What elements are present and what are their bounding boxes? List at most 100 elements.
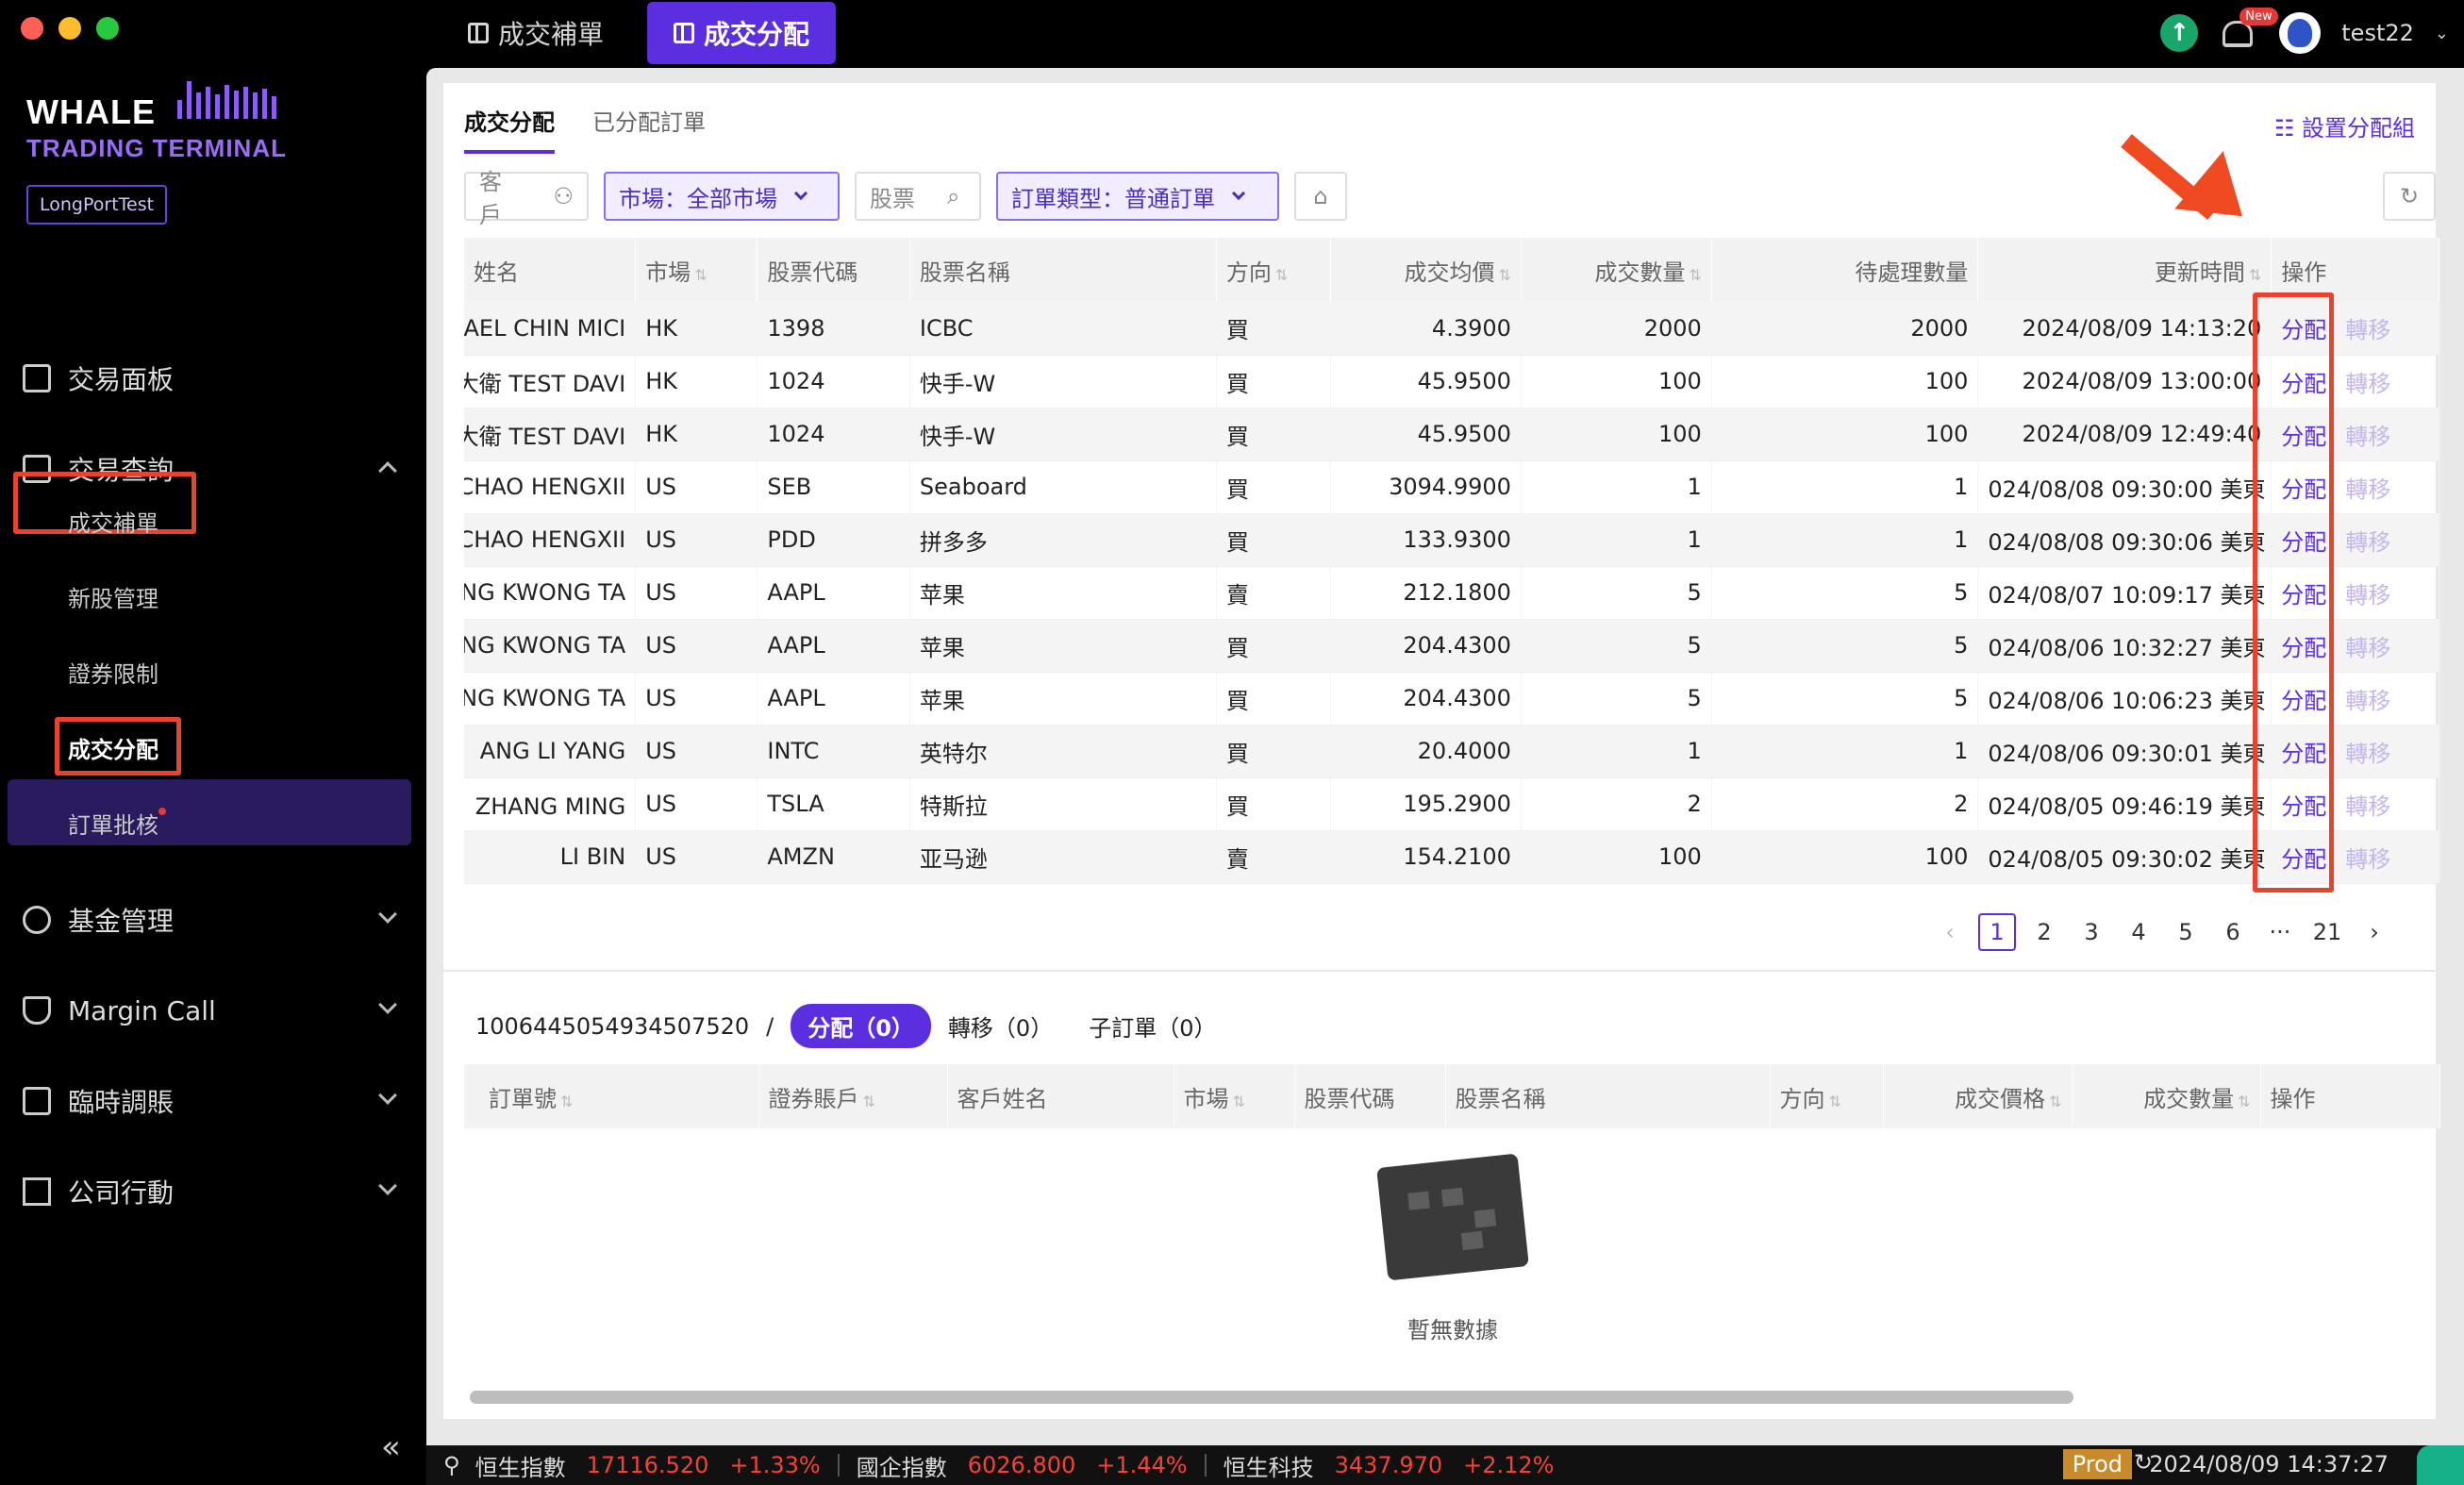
cell-stock-name: 苹果: [909, 566, 1217, 620]
col-price[interactable]: 成交價格 ⇅: [1883, 1064, 2073, 1128]
transfer-button[interactable]: 轉移: [2345, 582, 2390, 609]
order-type-select[interactable]: 訂單類型：普通訂單: [996, 172, 1279, 221]
transfer-button[interactable]: 轉移: [2345, 529, 2390, 556]
table-row[interactable]: 月 ZHANG MINGUSTSLA特斯拉買195.290022024/08/0…: [464, 777, 2439, 831]
account-badge[interactable]: LongPortTest: [26, 185, 168, 225]
table-row[interactable]: ONG KWONG TAUSAAPL苹果買204.430055024/08/06…: [464, 619, 2439, 673]
set-group-button[interactable]: ☷ 設置分配組: [2274, 109, 2415, 142]
page-6[interactable]: 6: [2209, 919, 2256, 945]
sidebar-sub-security-limit[interactable]: 證券限制: [68, 656, 158, 689]
transfer-button[interactable]: 轉移: [2345, 371, 2390, 397]
table-row[interactable]: CHAO HENGXII US SEB Seaboard 買 3094.9900 1 1 024…: [464, 460, 2439, 514]
prev-page-icon[interactable]: ‹: [1926, 919, 1973, 945]
col-side[interactable]: 方向 ⇅: [1770, 1064, 1884, 1128]
cell-price: 4.3900: [1330, 302, 1522, 356]
table-row[interactable]: 大衛 TEST DAVI HK 1024 快手-W 買 45.9500 100 100 2024…: [464, 408, 2439, 461]
col-avg-price[interactable]: 成交均價 ⇅: [1330, 238, 1522, 302]
col-qty[interactable]: 成交數量 ⇅: [2072, 1064, 2261, 1128]
hstech-change: +2.12%: [1463, 1452, 1555, 1478]
page-3[interactable]: 3: [2068, 919, 2115, 945]
col-code: 股票代碼: [757, 238, 910, 302]
sidebar-sub-ipo[interactable]: 新股管理: [68, 580, 158, 613]
sidebar-item-adjustment[interactable]: 臨時調賬: [0, 1068, 425, 1134]
chevron-down-icon: [378, 905, 397, 924]
next-page-icon[interactable]: ›: [2351, 919, 2398, 945]
chevron-down-icon[interactable]: ⌄: [2435, 24, 2449, 43]
table-row[interactable]: ANG LI YANG US INTC 英特尔買 20.4000 1 1 024/08/06 …: [464, 725, 2439, 778]
tab-allocated-orders[interactable]: 已分配訂單: [592, 104, 706, 154]
sidebar-item-corporate-action[interactable]: 公司行動: [0, 1159, 425, 1225]
collapse-sidebar-icon[interactable]: «: [381, 1428, 401, 1466]
transfer-button[interactable]: 轉移: [2345, 635, 2390, 661]
window-controls: [21, 17, 119, 40]
avatar[interactable]: [2279, 12, 2322, 54]
cell-stock-name: ICBC: [909, 302, 1217, 356]
table-row[interactable]: LI BIN US AMZN 亚马逊賣 154.2100 100 100 024/08/05 …: [464, 830, 2439, 884]
clock: 2024/08/09 14:37:27: [2149, 1451, 2389, 1477]
col-market[interactable]: 市場 ⇅: [635, 238, 758, 302]
sidebar-sub-order-approval[interactable]: 訂單批核: [68, 807, 158, 840]
cell-pending: 1: [1711, 725, 1979, 778]
sidebar-item-margin-call[interactable]: Margin Call: [0, 977, 425, 1043]
tab-detail-child-orders[interactable]: 子訂單（0）: [1089, 1009, 1216, 1043]
col-account[interactable]: 證券賬戶 ⇅: [758, 1064, 948, 1128]
sidebar-item-trading-panel[interactable]: 交易面板: [0, 345, 425, 411]
col-qty[interactable]: 成交數量 ⇅: [1521, 238, 1712, 302]
transfer-button[interactable]: 轉移: [2345, 793, 2390, 820]
maximize-window-button[interactable]: [96, 17, 119, 40]
settings-icon: ☷: [2273, 115, 2302, 142]
transfer-button[interactable]: 轉移: [2345, 476, 2390, 503]
col-stock-name: 股票名稱: [909, 238, 1217, 302]
cell-time: 024/08/08 09:30:00 美東: [1977, 460, 2273, 514]
col-order-no[interactable]: 訂單號 ⇅: [464, 1064, 759, 1128]
table-row[interactable]: ONG KWONG TAUSAAPL苹果買204.430055024/08/06…: [464, 672, 2439, 726]
tab-trade-supplement[interactable]: 成交補單: [441, 2, 630, 64]
page-1[interactable]: 1: [1978, 913, 2016, 951]
upload-icon[interactable]: ↑: [2160, 14, 2199, 52]
pagination: ‹ 1 2 3 4 5 6 ··· 21 ›: [1926, 913, 2398, 951]
col-market[interactable]: 市場 ⇅: [1174, 1064, 1295, 1128]
tab-allocation[interactable]: 成交分配: [464, 104, 555, 154]
table-row[interactable]: 大衛 TEST DAVI HK 1024 快手-W 買 45.9500 100 100 2024…: [464, 355, 2439, 409]
transfer-button[interactable]: 轉移: [2345, 424, 2390, 450]
empty-box-icon: [1376, 1153, 1529, 1281]
sidebar-item-fund[interactable]: 基金管理: [0, 887, 425, 953]
table-row[interactable]: CHAO HENGXII US PDD 拼多多買 133.9300 1 1 024/08/08…: [464, 513, 2439, 567]
table-row[interactable]: ONG KWONG TAUSAAPL苹果賣212.180055024/08/07…: [464, 566, 2439, 620]
stock-search-input[interactable]: 股票 ⌕: [855, 172, 981, 221]
stock-search-label: 股票: [870, 185, 915, 212]
transfer-button[interactable]: 轉移: [2345, 741, 2390, 767]
page-5[interactable]: 5: [2162, 919, 2209, 945]
client-filter[interactable]: 客戶 ⚇: [464, 169, 589, 228]
col-update-time[interactable]: 更新時間 ⇅: [1977, 238, 2273, 302]
page-21[interactable]: 21: [2304, 919, 2351, 945]
minimize-window-button[interactable]: [58, 17, 81, 40]
refresh-button[interactable]: ↻: [2383, 172, 2436, 221]
page-4[interactable]: 4: [2115, 919, 2162, 945]
tab-trade-allocation[interactable]: 成交分配: [647, 2, 837, 64]
tab-detail-transfer[interactable]: 轉移（0）: [948, 1009, 1053, 1043]
sort-icon: ⇅: [2248, 265, 2262, 284]
transfer-button[interactable]: 轉移: [2345, 688, 2390, 714]
table-row[interactable]: HAEL CHIN MICI HK 1398 ICBC 買 4.3900 2000 2000 2…: [464, 302, 2439, 356]
transfer-button[interactable]: 轉移: [2345, 317, 2390, 343]
close-window-button[interactable]: [21, 17, 43, 40]
user-name[interactable]: test22: [2341, 20, 2414, 46]
shield-icon: [23, 996, 51, 1025]
page-ellipsis[interactable]: ···: [2256, 919, 2304, 945]
new-badge: New: [2239, 8, 2278, 25]
link-icon[interactable]: [2417, 1445, 2464, 1485]
sort-icon: ⇅: [2238, 1092, 2251, 1110]
page-2[interactable]: 2: [2021, 919, 2068, 945]
notification-button[interactable]: New: [2219, 8, 2278, 53]
market-select[interactable]: 市場：全部市場: [604, 172, 840, 221]
transfer-button[interactable]: 轉移: [2345, 846, 2390, 873]
tab-detail-allocation[interactable]: 分配（0）: [791, 1004, 931, 1048]
sort-icon: ⇅: [560, 1092, 574, 1110]
cell-qty: 100: [1521, 355, 1712, 409]
clear-filter-button[interactable]: ⌂: [1294, 172, 1347, 221]
horizontal-scrollbar[interactable]: [470, 1391, 2073, 1404]
sidebar-sub-trade-supplement[interactable]: 成交補單: [68, 505, 158, 538]
col-side[interactable]: 方向 ⇅: [1216, 238, 1332, 302]
cell-code: AAPL: [757, 566, 910, 620]
